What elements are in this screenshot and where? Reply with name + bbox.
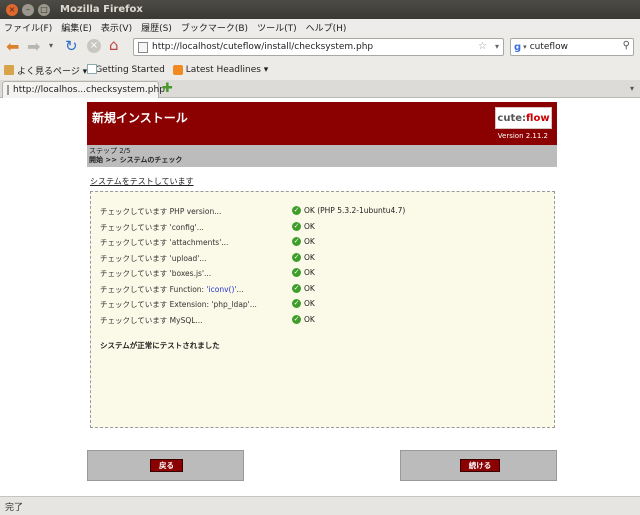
menu-bookmarks[interactable]: ブックマーク(B) — [181, 21, 248, 34]
check-label: チェックしています MySQL... — [100, 316, 203, 325]
menu-help[interactable]: ヘルプ(H) — [306, 21, 347, 34]
ok-check-icon: ✓ — [292, 206, 301, 215]
stop-icon[interactable]: × — [87, 39, 101, 53]
tab-checksystem[interactable]: http://localhos...checksystem.php — [2, 81, 165, 98]
menu-tools[interactable]: ツール(T) — [257, 21, 297, 34]
site-identity-icon[interactable] — [138, 41, 148, 53]
status-text: 完了 — [5, 502, 24, 513]
bookmark-label: Getting Started — [95, 65, 165, 75]
bookmark-getting-started[interactable]: Getting Started — [87, 64, 165, 75]
bookmark-latest-headlines[interactable]: Latest Headlines ▾ — [172, 65, 269, 75]
page-icon — [87, 64, 97, 74]
check-result: ✓ OK — [292, 284, 315, 293]
ok-check-icon: ✓ — [292, 222, 301, 231]
ok-check-icon: ✓ — [292, 237, 301, 246]
install-page: 新規インストール cute: flow Version 2.11.2 ステップ 2… — [87, 102, 557, 483]
engine-dropdown-icon[interactable]: ▾ — [523, 43, 527, 51]
check-label: チェックしています 'upload'... — [100, 254, 207, 263]
bookmark-star-icon[interactable]: ☆ — [478, 41, 487, 52]
url-dropdown-icon[interactable]: ▾ — [495, 42, 499, 51]
tab-list-icon[interactable]: ▾ — [630, 84, 634, 93]
window-title: Mozilla Firefox — [60, 4, 143, 15]
check-label: チェックしています PHP version... — [100, 207, 222, 216]
navigation-toolbar: ⬅ ➡ ▾ ↻ × ⌂ http://localhost/cuteflow/in… — [0, 35, 640, 60]
ok-check-icon: ✓ — [292, 253, 301, 262]
next-button-bar: 続ける — [400, 450, 557, 481]
ok-check-icon: ✓ — [292, 315, 301, 324]
ok-check-icon: ✓ — [292, 284, 301, 293]
cuteflow-logo: cute: flow — [495, 107, 552, 129]
close-window-button[interactable]: × — [6, 3, 18, 16]
page-title: 新規インストール — [92, 111, 188, 125]
bookmark-label: よく見るページ ▾ — [17, 66, 88, 77]
google-engine-icon[interactable]: g — [514, 42, 521, 53]
reload-icon[interactable]: ↻ — [65, 39, 78, 54]
forward-arrow-icon[interactable]: ➡ — [27, 39, 40, 55]
minimize-window-button[interactable]: – — [22, 3, 34, 16]
step-bar: ステップ 2/5 開始 >> システムのチェック — [87, 145, 557, 167]
check-result: ✓ OK — [292, 237, 315, 246]
check-result: ✓ OK — [292, 222, 315, 231]
rss-icon — [172, 65, 183, 75]
check-result: ✓ OK — [292, 315, 315, 324]
check-result: ✓ OK — [292, 268, 315, 277]
bookmark-label: Latest Headlines ▾ — [185, 65, 269, 75]
back-button[interactable]: 戻る — [150, 459, 183, 472]
search-icon[interactable]: ⚲ — [623, 40, 630, 51]
ok-check-icon: ✓ — [292, 299, 301, 308]
url-text[interactable]: http://localhost/cuteflow/install/checks… — [152, 42, 373, 52]
breadcrumb: 開始 >> システムのチェック — [89, 156, 183, 164]
check-label: チェックしています Extension: 'php_ldap'... — [100, 300, 257, 309]
check-result: ✓ OK — [292, 253, 315, 262]
menu-history[interactable]: 履歴(S) — [141, 21, 172, 34]
page-icon — [7, 85, 9, 95]
maximize-window-button[interactable]: □ — [38, 3, 50, 16]
continue-button[interactable]: 続ける — [460, 459, 500, 472]
page-header: 新規インストール cute: flow Version 2.11.2 — [87, 102, 557, 145]
history-dropdown-icon[interactable]: ▾ — [49, 42, 53, 50]
check-result: ✓ OK (PHP 5.3.2-1ubuntu4.7) — [292, 206, 406, 215]
check-label: チェックしています 'config'... — [100, 223, 204, 232]
check-result: ✓ OK — [292, 299, 315, 308]
new-tab-button[interactable]: ✚ — [162, 82, 173, 95]
home-icon[interactable]: ⌂ — [109, 38, 119, 53]
tab-bar: http://localhos...checksystem.php ✚ ▾ — [0, 80, 640, 98]
menu-edit[interactable]: 編集(E) — [61, 21, 92, 34]
menu-file[interactable]: ファイル(F) — [4, 21, 52, 34]
back-button-bar: 戻る — [87, 450, 244, 481]
bookmarks-toolbar: よく見るページ ▾ Getting Started Latest Headlin… — [0, 60, 640, 80]
status-bar: 完了 — [0, 496, 640, 515]
check-label: チェックしています 'boxes.js'... — [100, 269, 212, 278]
tab-label: http://localhos...checksystem.php — [13, 85, 165, 95]
check-label: チェックしています 'attachments'... — [100, 238, 229, 247]
menu-view[interactable]: 表示(V) — [101, 21, 132, 34]
ok-check-icon: ✓ — [292, 268, 301, 277]
check-label: チェックしています Function: 'iconv()'... — [100, 285, 244, 294]
version-label: Version 2.11.2 — [497, 132, 548, 140]
step-indicator: ステップ 2/5 — [89, 147, 131, 155]
section-heading: システムをテストしています — [90, 177, 194, 186]
search-box[interactable]: g ▾ cuteflow ⚲ — [510, 38, 634, 56]
menu-bar: ファイル(F) 編集(E) 表示(V) 履歴(S) ブックマーク(B) ツール(… — [0, 19, 640, 35]
url-bar[interactable]: http://localhost/cuteflow/install/checks… — [133, 38, 504, 56]
back-arrow-icon[interactable]: ⬅ — [6, 39, 19, 55]
folder-icon — [4, 65, 14, 75]
success-message: システムが正常にテストされました — [100, 341, 220, 350]
search-input[interactable]: cuteflow — [530, 42, 568, 52]
title-bar: × – □ Mozilla Firefox — [0, 0, 640, 19]
check-results-box: チェックしています PHP version... ✓ OK (PHP 5.3.2-… — [90, 191, 555, 428]
bookmark-most-visited[interactable]: よく見るページ ▾ — [4, 64, 87, 77]
page-content: 新規インストール cute: flow Version 2.11.2 ステップ 2… — [0, 98, 640, 496]
